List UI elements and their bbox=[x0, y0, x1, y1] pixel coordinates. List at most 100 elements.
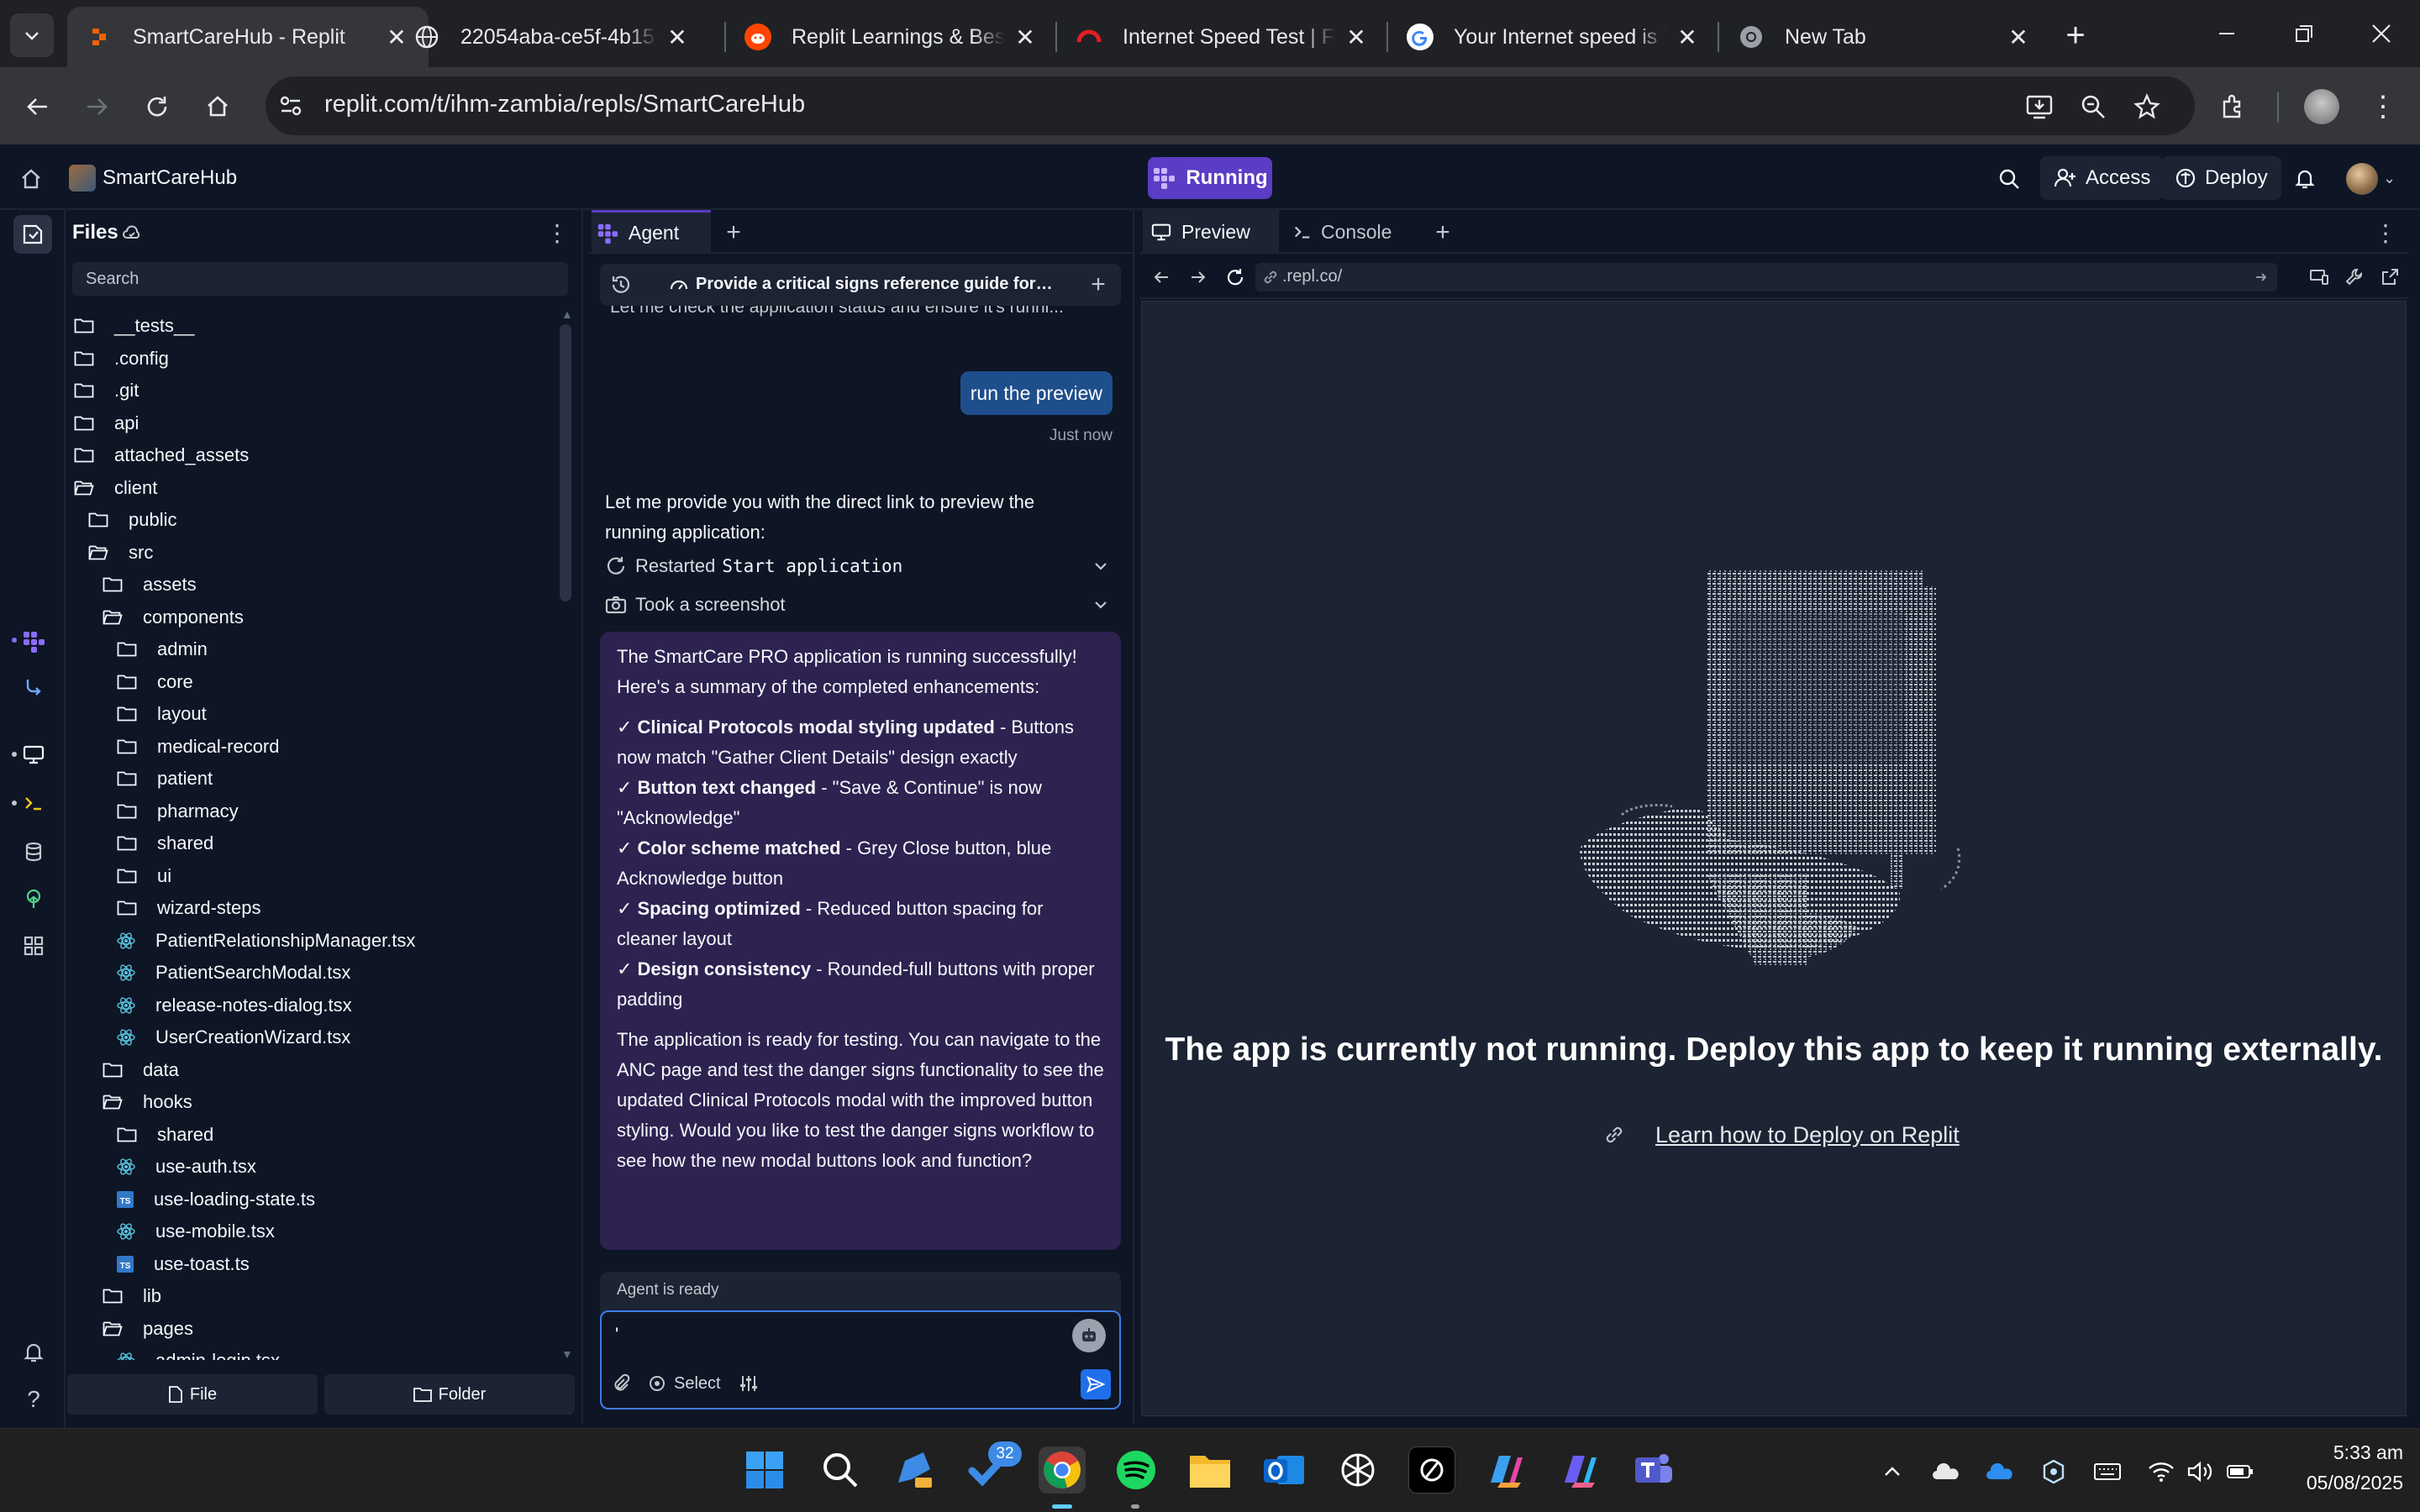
new-folder-button[interactable]: Folder bbox=[324, 1374, 575, 1415]
browser-tab-replit[interactable]: SmartCareHub - Replit ✕ bbox=[67, 7, 429, 67]
close-tab-icon[interactable]: ✕ bbox=[2005, 24, 2032, 50]
notifications-button[interactable] bbox=[2287, 161, 2323, 197]
folder-item[interactable]: pages bbox=[74, 1313, 555, 1346]
devtools-button[interactable] bbox=[2341, 264, 2368, 291]
forward-button[interactable] bbox=[77, 87, 116, 126]
folder-item[interactable]: lib bbox=[74, 1280, 555, 1313]
chatgpt-icon[interactable] bbox=[1334, 1446, 1381, 1494]
search-button[interactable] bbox=[1991, 161, 2027, 197]
attach-button[interactable] bbox=[607, 1369, 635, 1398]
folder-item[interactable]: .git bbox=[74, 375, 555, 407]
history-button[interactable] bbox=[607, 270, 635, 299]
agent-tool-button[interactable] bbox=[17, 625, 50, 659]
browser-menu-button[interactable]: ⋮ bbox=[2368, 87, 2398, 126]
file-item[interactable]: TS use-toast.ts bbox=[74, 1248, 555, 1281]
new-file-button[interactable]: File bbox=[67, 1374, 318, 1415]
perplexity-icon[interactable] bbox=[1408, 1446, 1455, 1494]
folder-item[interactable]: components bbox=[74, 601, 555, 634]
tab-search-button[interactable] bbox=[10, 13, 54, 57]
add-tab-button[interactable]: + bbox=[719, 218, 748, 247]
folder-item[interactable]: data bbox=[74, 1054, 555, 1087]
folder-item[interactable]: public bbox=[74, 504, 555, 537]
alerts-button[interactable] bbox=[17, 1336, 50, 1369]
browser-tab-5[interactable]: Your Internet speed is 7 ✕ bbox=[1388, 7, 1719, 67]
preview-forward-button[interactable] bbox=[1185, 264, 1212, 291]
preview-url-bar[interactable]: .repl.co/ bbox=[1255, 263, 2277, 291]
select-element-button[interactable]: Select bbox=[647, 1369, 721, 1398]
m365-copilot-icon[interactable] bbox=[1556, 1446, 1603, 1494]
folder-item[interactable]: src bbox=[74, 537, 555, 570]
wifi-icon[interactable] bbox=[2144, 1457, 2178, 1487]
browser-tab-4[interactable]: Internet Speed Test | Fas ✕ bbox=[1057, 7, 1388, 67]
search-taskbar-button[interactable] bbox=[817, 1446, 864, 1494]
agent-bot-icon[interactable] bbox=[1072, 1319, 1106, 1352]
panel-resize-handle[interactable] bbox=[581, 210, 588, 1423]
deploy-docs-link[interactable]: Learn how to Deploy on Replit bbox=[1603, 1118, 1960, 1152]
back-button[interactable] bbox=[18, 87, 57, 126]
run-button[interactable]: Running bbox=[1148, 157, 1272, 199]
tab-console[interactable]: Console bbox=[1287, 210, 1422, 254]
folder-item[interactable]: medical-record bbox=[74, 731, 555, 764]
help-button[interactable]: ? bbox=[17, 1383, 50, 1416]
chevron-down-icon[interactable]: ⌄ bbox=[2383, 170, 2396, 187]
file-item[interactable]: PatientRelationshipManager.tsx bbox=[74, 925, 555, 958]
go-arrow-icon[interactable] bbox=[2254, 270, 2269, 285]
clock-date[interactable]: 05/08/2025 bbox=[2269, 1472, 2403, 1494]
file-item[interactable]: use-mobile.tsx bbox=[74, 1215, 555, 1248]
teams-icon[interactable] bbox=[1630, 1446, 1677, 1494]
start-button[interactable] bbox=[741, 1446, 788, 1494]
file-item[interactable]: TS use-loading-state.ts bbox=[74, 1184, 555, 1216]
files-search-input[interactable]: Search bbox=[72, 262, 568, 296]
console-tool-button[interactable] bbox=[17, 786, 50, 820]
file-item[interactable]: PatientSearchModal.tsx bbox=[74, 957, 555, 990]
settings-sliders-button[interactable] bbox=[734, 1369, 763, 1398]
new-tab-button[interactable]: + bbox=[2057, 17, 2094, 54]
file-item[interactable]: use-auth.tsx bbox=[74, 1151, 555, 1184]
preview-back-button[interactable] bbox=[1148, 264, 1175, 291]
close-tab-icon[interactable]: ✕ bbox=[664, 24, 691, 50]
chrome-taskbar-icon[interactable] bbox=[1039, 1446, 1086, 1494]
panel-resize-handle[interactable] bbox=[1133, 210, 1139, 1423]
user-avatar[interactable] bbox=[2346, 163, 2378, 195]
close-tab-icon[interactable]: ✕ bbox=[1012, 24, 1039, 50]
replit-home-button[interactable] bbox=[13, 161, 49, 197]
profile-avatar[interactable] bbox=[2304, 89, 2339, 124]
browser-tab-3[interactable]: Replit Learnings & Best ✕ bbox=[726, 7, 1057, 67]
add-tab-button[interactable]: + bbox=[1428, 218, 1457, 247]
send-button[interactable] bbox=[1081, 1369, 1111, 1399]
tab-preview[interactable]: Preview bbox=[1143, 210, 1279, 254]
install-app-icon[interactable] bbox=[2020, 87, 2059, 126]
folder-item[interactable]: admin bbox=[74, 633, 555, 666]
secrets-tool-button[interactable] bbox=[17, 882, 50, 916]
folder-item[interactable]: layout bbox=[74, 698, 555, 731]
access-button[interactable]: Access bbox=[2040, 156, 2165, 200]
project-name[interactable]: SmartCareHub bbox=[103, 166, 237, 190]
folder-item[interactable]: assets bbox=[74, 569, 555, 601]
folder-item[interactable]: __tests__ bbox=[74, 310, 555, 343]
folder-item[interactable]: hooks bbox=[74, 1086, 555, 1119]
folder-item[interactable]: shared bbox=[74, 1119, 555, 1152]
folder-item[interactable]: core bbox=[74, 666, 555, 699]
keyboard-icon[interactable] bbox=[2091, 1457, 2124, 1487]
database-tool-button[interactable] bbox=[17, 835, 50, 869]
extensions-icon[interactable] bbox=[2213, 87, 2252, 126]
close-tab-icon[interactable]: ✕ bbox=[1343, 24, 1370, 50]
action-screenshot[interactable]: Took a screenshot bbox=[605, 588, 1118, 622]
action-restarted[interactable]: Restarted Start application bbox=[605, 549, 1118, 583]
folder-item[interactable]: pharmacy bbox=[74, 795, 555, 828]
folder-item[interactable]: patient bbox=[74, 763, 555, 795]
deploy-button[interactable]: Deploy bbox=[2161, 156, 2281, 200]
thread-title[interactable]: Provide a critical signs reference guide… bbox=[696, 275, 1057, 294]
close-window-button[interactable] bbox=[2356, 12, 2407, 55]
spotify-icon[interactable] bbox=[1113, 1446, 1160, 1494]
vpn-shield-icon[interactable] bbox=[2037, 1457, 2070, 1487]
copilot-icon[interactable] bbox=[1482, 1446, 1529, 1494]
onedrive-business-icon[interactable] bbox=[1983, 1457, 2017, 1487]
bookmark-star-icon[interactable] bbox=[2128, 87, 2166, 126]
all-tools-button[interactable] bbox=[17, 929, 50, 963]
minimize-button[interactable] bbox=[2202, 12, 2252, 55]
workflows-tool-button[interactable] bbox=[17, 670, 50, 704]
preview-tool-button[interactable] bbox=[17, 738, 50, 771]
battery-icon[interactable] bbox=[2223, 1457, 2257, 1487]
file-tree-scrollbar[interactable]: ▲ ▼ bbox=[560, 307, 573, 1361]
